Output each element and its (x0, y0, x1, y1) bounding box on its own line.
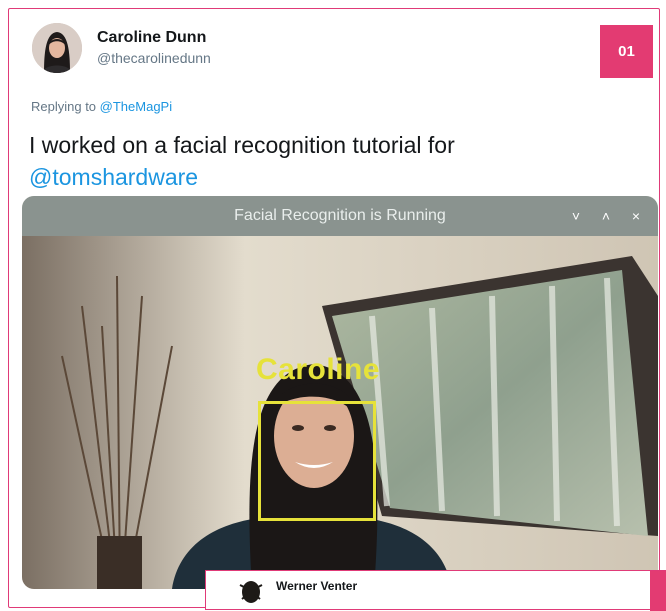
detection-label: Caroline (256, 353, 381, 386)
mention-link[interactable]: @tomshardware (29, 161, 629, 193)
author-handle[interactable]: @thecarolinedunn (97, 50, 211, 66)
reply-tweet-card[interactable]: Werner Venter (205, 570, 666, 611)
reply-author-name[interactable]: Werner Venter (276, 579, 357, 593)
window-controls: ˅ ˄ × (568, 196, 644, 236)
maximize-icon[interactable]: ˄ (598, 208, 614, 224)
reply-prefix: Replying to (31, 99, 100, 114)
camera-feed: Caroline (22, 236, 658, 589)
tweet-media[interactable]: Facial Recognition is Running ˅ ˄ × Caro… (22, 196, 658, 589)
reply-accent-bar (650, 571, 666, 611)
tweet-body: I worked on a facial recognition tutoria… (29, 132, 455, 158)
window-titlebar[interactable]: Facial Recognition is Running ˅ ˄ × (22, 196, 658, 236)
close-icon[interactable]: × (628, 208, 644, 224)
reply-to-link[interactable]: @TheMagPi (100, 99, 172, 114)
tweet-text: I worked on a facial recognition tutoria… (29, 129, 629, 193)
page-badge: 01 (600, 25, 653, 78)
reply-avatar[interactable] (236, 575, 266, 605)
face-bounding-box (258, 401, 376, 521)
window-title: Facial Recognition is Running (234, 207, 446, 224)
replying-to: Replying to @TheMagPi (31, 99, 172, 114)
avatar[interactable] (32, 23, 82, 73)
minimize-icon[interactable]: ˅ (568, 208, 584, 224)
author-name[interactable]: Caroline Dunn (97, 29, 206, 47)
